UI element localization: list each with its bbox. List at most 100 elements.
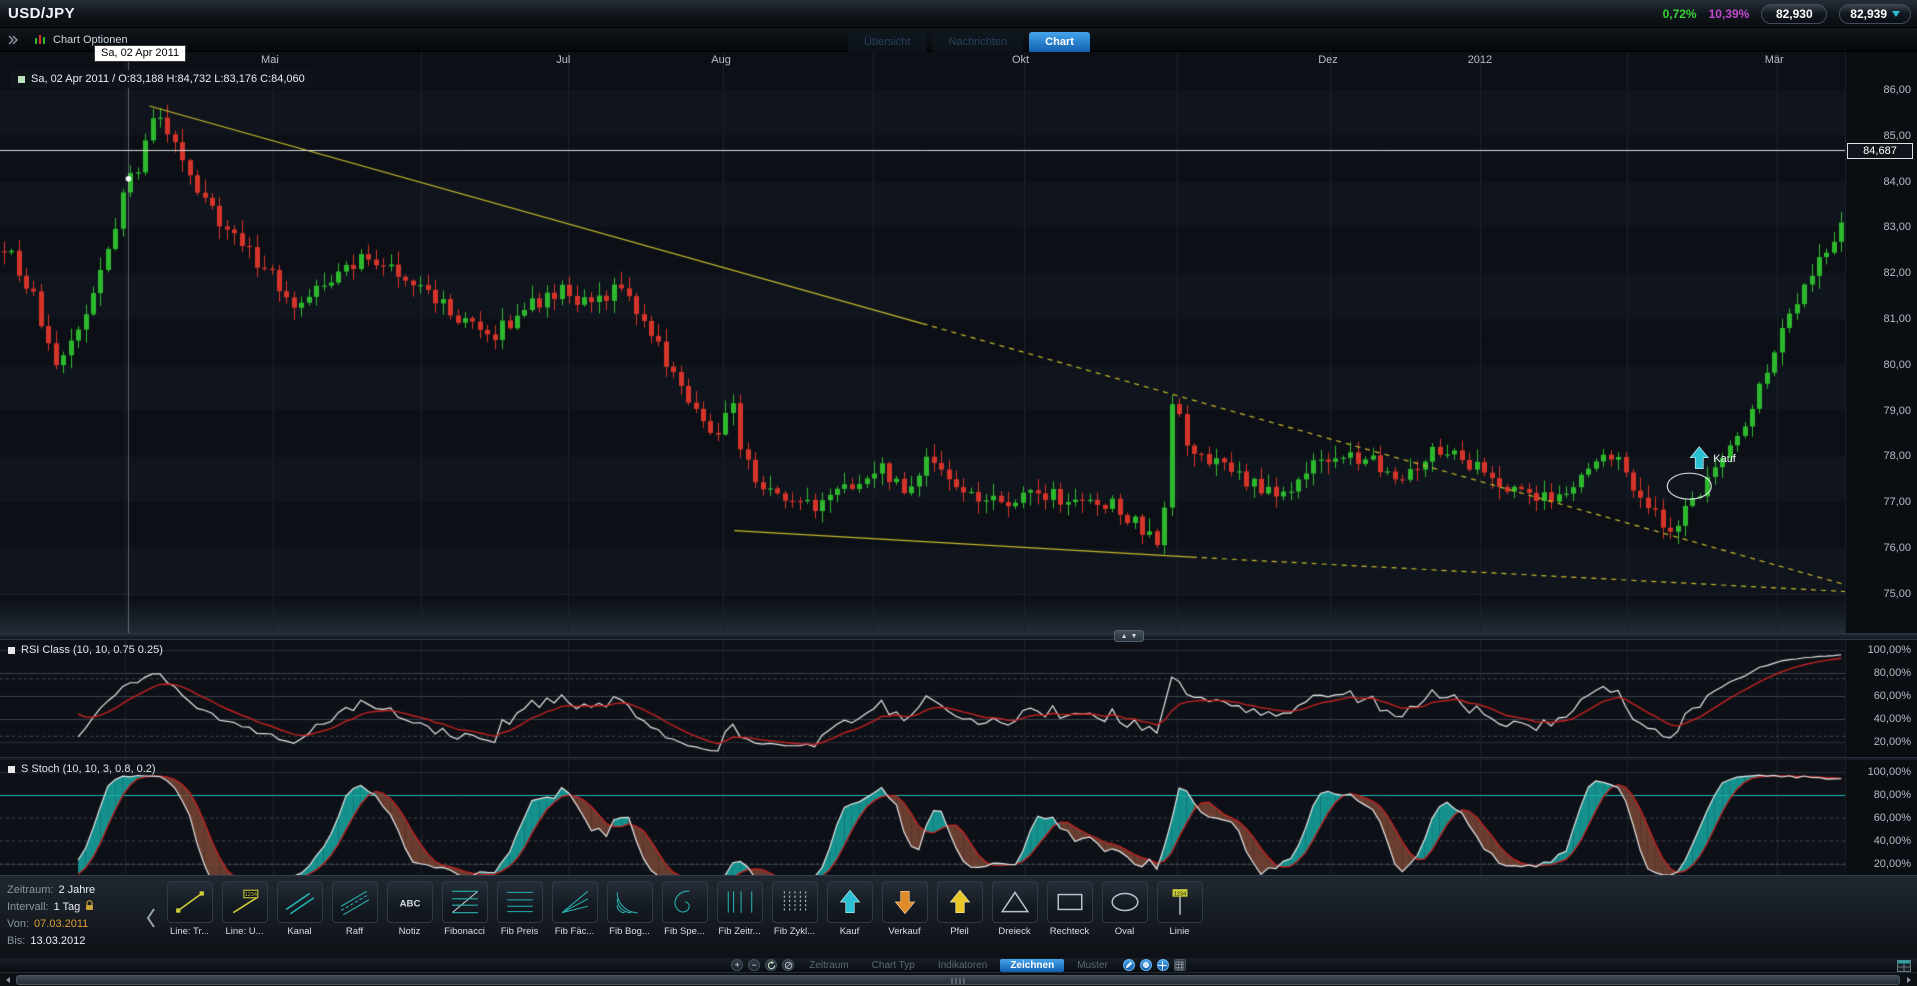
- bid-price: 82,930: [1776, 7, 1813, 21]
- tool-rechteck[interactable]: Rechteck: [1042, 881, 1097, 937]
- bottom-tab-indikatoren[interactable]: Indikatoren: [928, 959, 997, 972]
- tool-raff[interactable]: Raff: [327, 881, 382, 937]
- fib-arcs-icon: [607, 881, 653, 923]
- panel-toggle-icon[interactable]: [4, 32, 20, 48]
- tab-nachrichten[interactable]: Nachrichten: [932, 32, 1023, 52]
- price-tick-label: 80,00: [1883, 359, 1911, 371]
- pencil-icon[interactable]: [1123, 959, 1135, 971]
- tool-line-tr[interactable]: Line: Tr...: [162, 881, 217, 937]
- symbol-title: USD/JPY: [0, 5, 75, 22]
- tool-fib-preis[interactable]: Fib Preis: [492, 881, 547, 937]
- ohlc-readout: Sa, 02 Apr 2011 / O:83,188 H:84,732 L:83…: [31, 73, 305, 85]
- rsi-tick-label: 40,00%: [1874, 713, 1911, 725]
- drawing-tools-row: Line: Tr...1234Line: U...KanalRaffABCNot…: [162, 881, 1207, 937]
- scrollbar-right-arrow[interactable]: [1902, 975, 1916, 985]
- svg-text:ABC: ABC: [399, 898, 420, 909]
- fib-time-icon: [717, 881, 763, 923]
- tool-fib-spe[interactable]: Fib Spe...: [657, 881, 712, 937]
- stoch-tick-label: 80,00%: [1874, 789, 1911, 801]
- tool-label: Fib Spe...: [664, 926, 705, 937]
- tool-label: Fib Fäc...: [555, 926, 595, 937]
- tool-kauf[interactable]: Kauf: [822, 881, 877, 937]
- footer-info-row: Intervall:1 Tag: [7, 899, 95, 914]
- tool-linie[interactable]: 1234Linie: [1152, 881, 1207, 937]
- tool-fib-fäc[interactable]: Fib Fäc...: [547, 881, 602, 937]
- month-label: Mär: [1765, 54, 1784, 66]
- tool-fib-zeitr[interactable]: Fib Zeitr...: [712, 881, 767, 937]
- rsi-legend-square-icon: [8, 647, 15, 654]
- price-tick-label: 75,00: [1883, 588, 1911, 600]
- footer-info-row: Zeitraum:2 Jahre: [7, 882, 95, 897]
- tool-notiz[interactable]: ABCNotiz: [382, 881, 437, 937]
- footer-info-row: Von: 07.03.2011: [7, 916, 95, 931]
- price-axis[interactable]: 86,0085,0084,0083,0082,0081,0080,0079,00…: [1845, 52, 1917, 875]
- tool-line-u[interactable]: 1234Line: U...: [217, 881, 272, 937]
- bottom-tab-chart-typ[interactable]: Chart Typ: [862, 959, 925, 972]
- toolbar-scroll-left-button[interactable]: [142, 898, 160, 938]
- tool-verkauf[interactable]: Verkauf: [877, 881, 932, 937]
- scrollbar-thumb[interactable]: [16, 975, 1900, 985]
- chart-options-button[interactable]: Chart Optionen: [34, 34, 128, 46]
- tab-übersicht[interactable]: Übersicht: [848, 32, 926, 52]
- chart-mode-tabs: Zeitraum Chart TypIndikatorenZeichnenMust…: [799, 959, 1118, 972]
- horizontal-scrollbar[interactable]: [0, 972, 1917, 986]
- price-tick-label: 84,00: [1883, 176, 1911, 188]
- move-crosshair-icon[interactable]: [1157, 959, 1169, 971]
- fib-price-icon: [497, 881, 543, 923]
- clear-drawings-icon[interactable]: [782, 959, 794, 971]
- stoch-panel-title: S Stoch (10, 10, 3, 0.8, 0.2): [8, 763, 156, 775]
- grid-icon[interactable]: [1174, 959, 1186, 971]
- svg-text:1234: 1234: [1173, 891, 1185, 897]
- stoch-tick-label: 100,00%: [1868, 766, 1911, 778]
- price-tick-label: 81,00: [1883, 313, 1911, 325]
- tool-fibonacci[interactable]: Fibonacci: [437, 881, 492, 937]
- rsi-tick-label: 20,00%: [1874, 736, 1911, 748]
- lock-icon: [85, 900, 94, 914]
- tool-label: Fib Bog...: [609, 926, 650, 937]
- chart-settings-summary: Zeitraum:2 Jahre Intervall:1 Tag Von: 07.03…: [7, 882, 95, 948]
- fib-fan-icon: [552, 881, 598, 923]
- scrollbar-left-arrow[interactable]: [1, 975, 15, 985]
- fib-cycles-icon: [772, 881, 818, 923]
- tool-fib-bog[interactable]: Fib Bog...: [602, 881, 657, 937]
- info-value: 07.03.2011: [34, 918, 88, 930]
- price-tick-label: 79,00: [1883, 405, 1911, 417]
- style-icon[interactable]: [1140, 959, 1152, 971]
- buy-price-button[interactable]: 82,939: [1839, 4, 1911, 24]
- refresh-icon[interactable]: [765, 959, 777, 971]
- change-percent-period: 10,39%: [1709, 7, 1750, 21]
- stoch-indicator-canvas[interactable]: [0, 760, 1845, 875]
- rsi-indicator-canvas[interactable]: [0, 640, 1845, 757]
- raff-channel-icon: [332, 881, 378, 923]
- main-chart-canvas[interactable]: [0, 52, 1845, 633]
- ohlc-readout-box: Sa, 02 Apr 2011 / O:83,188 H:84,732 L:83…: [10, 70, 313, 88]
- note-abc-icon: ABC: [387, 881, 433, 923]
- tool-label: Kauf: [840, 926, 860, 937]
- zoom-out-button[interactable]: −: [748, 959, 760, 971]
- bottom-tab-zeichnen[interactable]: Zeichnen: [1000, 959, 1064, 972]
- price-tick-label: 83,00: [1883, 221, 1911, 233]
- info-value: 13.03.2012: [30, 935, 85, 947]
- splitter-collapse-handle[interactable]: ▲▼: [1114, 630, 1144, 642]
- bottom-tab-zeitraum[interactable]: Zeitraum: [799, 959, 858, 972]
- tool-pfeil[interactable]: Pfeil: [932, 881, 987, 937]
- info-value: 1 Tag: [54, 901, 81, 913]
- tool-label: Fib Preis: [501, 926, 538, 937]
- panel-divider: [0, 757, 1917, 760]
- price-tick-label: 78,00: [1883, 450, 1911, 462]
- price-tick-label: 82,00: [1883, 267, 1911, 279]
- panel-splitter[interactable]: [0, 633, 1917, 640]
- top-bar: USD/JPY 0,72% 10,39% 82,930 82,939: [0, 0, 1917, 28]
- zoom-in-button[interactable]: +: [731, 959, 743, 971]
- tool-dreieck[interactable]: Dreieck: [987, 881, 1042, 937]
- tool-label: Rechteck: [1050, 926, 1090, 937]
- bottom-tab-muster[interactable]: Muster: [1067, 959, 1118, 972]
- tool-oval[interactable]: Oval: [1097, 881, 1152, 937]
- tool-kanal[interactable]: Kanal: [272, 881, 327, 937]
- tool-label: Fib Zeitr...: [718, 926, 760, 937]
- price-tick-label: 86,00: [1883, 84, 1911, 96]
- info-label: Von:: [7, 918, 29, 930]
- tool-fib-zykl[interactable]: Fib Zykl...: [767, 881, 822, 937]
- tab-chart[interactable]: Chart: [1029, 32, 1090, 52]
- sell-price-button[interactable]: 82,930: [1761, 4, 1827, 24]
